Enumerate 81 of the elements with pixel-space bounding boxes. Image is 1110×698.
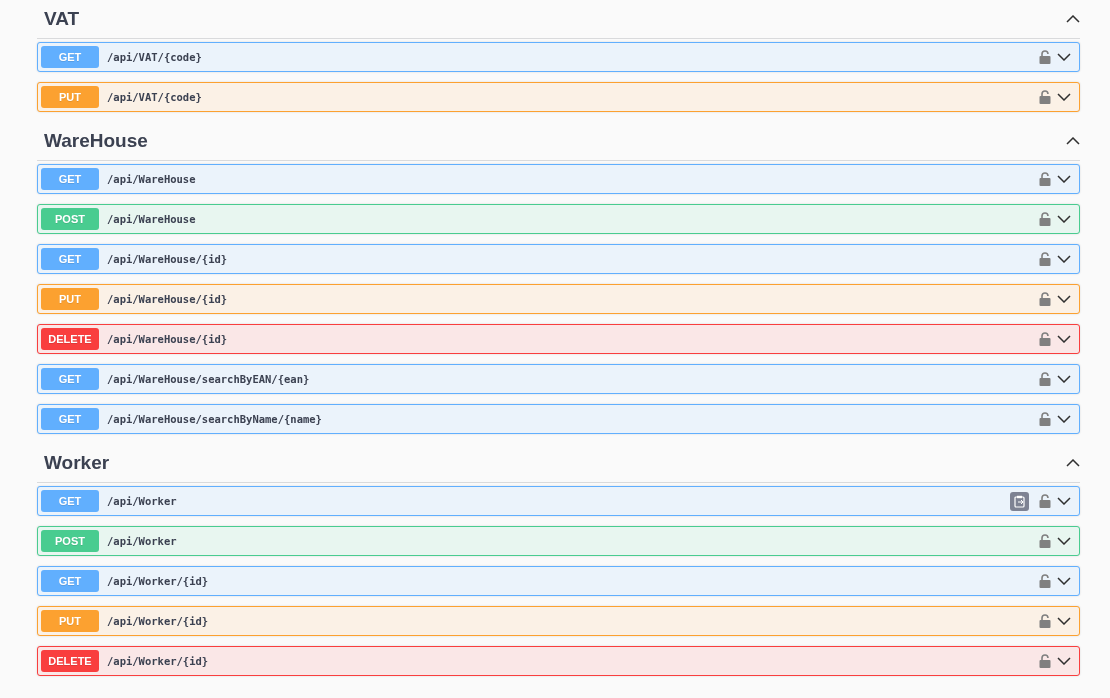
lock-icon[interactable] bbox=[1039, 172, 1051, 186]
copy-button[interactable] bbox=[1010, 491, 1029, 511]
chevron-down-icon[interactable] bbox=[1057, 175, 1071, 183]
operation-row[interactable]: PUT /api/VAT/{code} bbox=[37, 82, 1080, 112]
endpoint-path: /api/WareHouse bbox=[107, 213, 197, 225]
clipboard-icon bbox=[1014, 494, 1025, 508]
lock-icon[interactable] bbox=[1039, 494, 1051, 508]
lock-icon[interactable] bbox=[1039, 534, 1051, 548]
operation-row[interactable]: POST /api/Worker bbox=[37, 526, 1080, 556]
endpoint-path: /api/WareHouse/searchByEAN/{ean} bbox=[107, 373, 311, 385]
method-badge: GET bbox=[41, 46, 99, 68]
endpoint-path: /api/WareHouse/{id} bbox=[107, 293, 229, 305]
chevron-down-icon[interactable] bbox=[1057, 497, 1071, 505]
chevron-down-icon[interactable] bbox=[1057, 617, 1071, 625]
method-badge: GET bbox=[41, 490, 99, 512]
lock-icon[interactable] bbox=[1039, 212, 1051, 226]
section-title: Worker bbox=[43, 452, 110, 474]
lock-icon[interactable] bbox=[1039, 574, 1051, 588]
chevron-down-icon[interactable] bbox=[1057, 93, 1071, 101]
section-header[interactable]: VAT bbox=[37, 0, 1080, 39]
endpoint-path: /api/WareHouse/{id} bbox=[107, 253, 229, 265]
chevron-down-icon[interactable] bbox=[1057, 415, 1071, 423]
method-badge: GET bbox=[41, 248, 99, 270]
chevron-down-icon[interactable] bbox=[1057, 375, 1071, 383]
lock-icon[interactable] bbox=[1039, 90, 1051, 104]
method-badge: DELETE bbox=[41, 328, 99, 350]
section-title: WareHouse bbox=[43, 130, 148, 152]
operation-row[interactable]: DELETE /api/WareHouse/{id} bbox=[37, 324, 1080, 354]
method-badge: PUT bbox=[41, 288, 99, 310]
endpoint-path: /api/WareHouse/searchByName/{name} bbox=[107, 413, 323, 425]
chevron-up-icon[interactable] bbox=[1066, 15, 1080, 23]
lock-icon[interactable] bbox=[1039, 292, 1051, 306]
operation-row[interactable]: GET /api/WareHouse/searchByName/{name} bbox=[37, 404, 1080, 434]
section-title: VAT bbox=[43, 8, 80, 30]
operation-row[interactable]: GET /api/Worker/{id} bbox=[37, 566, 1080, 596]
lock-icon[interactable] bbox=[1039, 50, 1051, 64]
method-badge: GET bbox=[41, 368, 99, 390]
method-badge: POST bbox=[41, 208, 99, 230]
endpoint-path: /api/VAT/{code} bbox=[107, 51, 203, 63]
method-badge: GET bbox=[41, 408, 99, 430]
method-badge: DELETE bbox=[41, 650, 99, 672]
chevron-down-icon[interactable] bbox=[1057, 255, 1071, 263]
chevron-down-icon[interactable] bbox=[1057, 577, 1071, 585]
endpoint-path: /api/WareHouse bbox=[107, 173, 197, 185]
operation-row[interactable]: POST /api/WareHouse bbox=[37, 204, 1080, 234]
operation-row[interactable]: GET /api/VAT/{code} bbox=[37, 42, 1080, 72]
operation-row[interactable]: GET /api/WareHouse/searchByEAN/{ean} bbox=[37, 364, 1080, 394]
operation-row[interactable]: GET /api/Worker bbox=[37, 486, 1080, 516]
method-badge: GET bbox=[41, 570, 99, 592]
method-badge: PUT bbox=[41, 610, 99, 632]
chevron-down-icon[interactable] bbox=[1057, 537, 1071, 545]
lock-icon[interactable] bbox=[1039, 654, 1051, 668]
chevron-down-icon[interactable] bbox=[1057, 295, 1071, 303]
lock-icon[interactable] bbox=[1039, 332, 1051, 346]
method-badge: POST bbox=[41, 530, 99, 552]
chevron-down-icon[interactable] bbox=[1057, 215, 1071, 223]
method-badge: PUT bbox=[41, 86, 99, 108]
section-header[interactable]: Worker bbox=[37, 444, 1080, 483]
endpoint-path: /api/Worker/{id} bbox=[107, 615, 210, 627]
lock-icon[interactable] bbox=[1039, 412, 1051, 426]
endpoint-path: /api/Worker/{id} bbox=[107, 575, 210, 587]
endpoint-path: /api/Worker bbox=[107, 535, 178, 547]
operation-row[interactable]: GET /api/WareHouse/{id} bbox=[37, 244, 1080, 274]
chevron-up-icon[interactable] bbox=[1066, 137, 1080, 145]
chevron-up-icon[interactable] bbox=[1066, 459, 1080, 467]
chevron-down-icon[interactable] bbox=[1057, 53, 1071, 61]
method-badge: GET bbox=[41, 168, 99, 190]
endpoint-path: /api/VAT/{code} bbox=[107, 91, 203, 103]
operation-row[interactable]: PUT /api/WareHouse/{id} bbox=[37, 284, 1080, 314]
section-header[interactable]: WareHouse bbox=[37, 122, 1080, 161]
endpoint-path: /api/Worker bbox=[107, 495, 178, 507]
lock-icon[interactable] bbox=[1039, 252, 1051, 266]
endpoint-path: /api/Worker/{id} bbox=[107, 655, 210, 667]
operation-row[interactable]: PUT /api/Worker/{id} bbox=[37, 606, 1080, 636]
operation-row[interactable]: DELETE /api/Worker/{id} bbox=[37, 646, 1080, 676]
operation-row[interactable]: GET /api/WareHouse bbox=[37, 164, 1080, 194]
chevron-down-icon[interactable] bbox=[1057, 335, 1071, 343]
endpoint-path: /api/WareHouse/{id} bbox=[107, 333, 229, 345]
lock-icon[interactable] bbox=[1039, 614, 1051, 628]
lock-icon[interactable] bbox=[1039, 372, 1051, 386]
chevron-down-icon[interactable] bbox=[1057, 657, 1071, 665]
